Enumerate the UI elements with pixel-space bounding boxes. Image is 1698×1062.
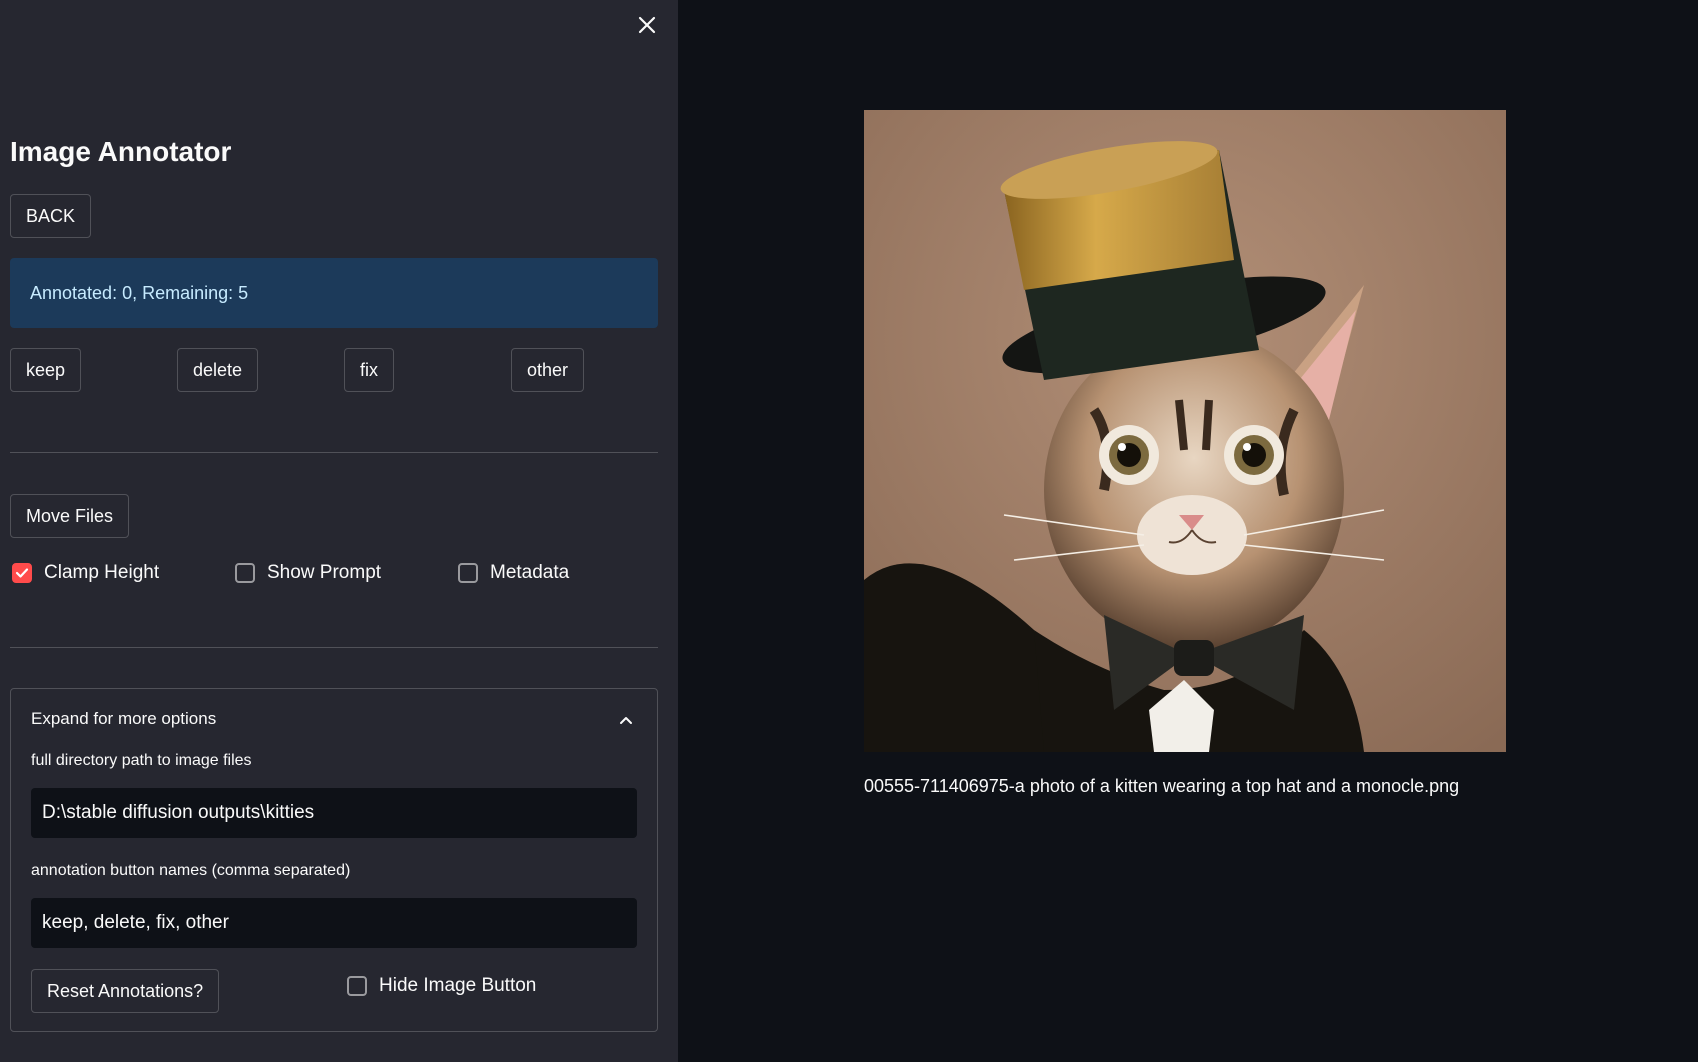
checkbox-label: Metadata [490, 562, 570, 583]
expander-header[interactable]: Expand for more options [31, 709, 216, 729]
keep-button[interactable]: keep [10, 348, 82, 392]
annotated-image [864, 110, 1506, 752]
checkbox-label: Show Prompt [267, 562, 382, 583]
dir-path-input[interactable] [31, 788, 637, 838]
chevron-up-icon[interactable] [615, 709, 637, 731]
close-icon [638, 16, 656, 34]
kitten-photo [864, 110, 1506, 752]
options-expander: Expand for more options full directory p… [10, 688, 658, 1032]
page-title: Image Annotator [10, 136, 232, 167]
metadata-checkbox[interactable]: Metadata [458, 562, 569, 584]
back-button[interactable]: BACK [10, 194, 92, 238]
dir-path-label: full directory path to image files [31, 752, 252, 769]
checkbox-label: Clamp Height [44, 562, 160, 583]
hide-image-button-checkbox[interactable]: Hide Image Button [347, 975, 536, 997]
check-icon [15, 568, 29, 578]
divider [10, 647, 658, 648]
button-names-input[interactable] [31, 898, 637, 948]
show-prompt-checkbox[interactable]: Show Prompt [235, 562, 381, 584]
other-button[interactable]: other [511, 348, 585, 392]
button-names-label: annotation button names (comma separated… [31, 862, 351, 879]
fix-button[interactable]: fix [344, 348, 394, 392]
status-info-box: Annotated: 0, Remaining: 5 [10, 258, 658, 328]
reset-annotations-button[interactable]: Reset Annotations? [31, 969, 220, 1013]
checkbox-label: Hide Image Button [379, 975, 537, 996]
checkbox-box[interactable] [458, 563, 478, 583]
close-sidebar-button[interactable] [632, 10, 662, 40]
checkbox-box[interactable] [12, 563, 32, 583]
checkbox-box[interactable] [347, 976, 367, 996]
delete-button[interactable]: delete [177, 348, 259, 392]
image-caption: 00555-711406975-a photo of a kitten wear… [864, 776, 1460, 796]
status-text: Annotated: 0, Remaining: 5 [30, 282, 249, 303]
divider [10, 452, 658, 453]
sidebar: Image Annotator BACK Annotated: 0, Remai… [0, 0, 678, 1062]
main-content: 00555-711406975-a photo of a kitten wear… [678, 0, 1698, 1062]
clamp-height-checkbox[interactable]: Clamp Height [12, 562, 159, 584]
move-files-button[interactable]: Move Files [10, 494, 130, 538]
checkbox-box[interactable] [235, 563, 255, 583]
